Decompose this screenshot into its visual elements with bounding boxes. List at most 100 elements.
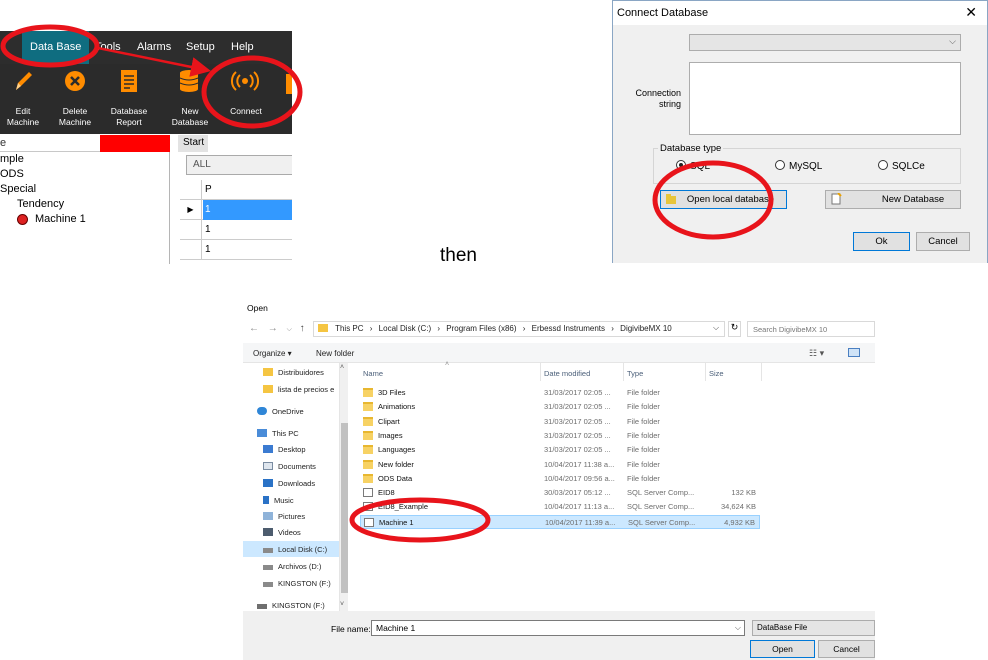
- connect-icon: [230, 71, 260, 91]
- refresh-icon[interactable]: ↻: [728, 321, 741, 337]
- file-name-field[interactable]: Machine 1 ⌵: [371, 620, 745, 636]
- cancel-button[interactable]: Cancel: [818, 640, 875, 658]
- table-row[interactable]: Clipart 31/03/2017 02:05 ... File folder: [360, 415, 760, 429]
- table-row[interactable]: EID8 30/03/2017 05:12 ... SQL Server Comp.…: [360, 486, 760, 500]
- open-local-database-button[interactable]: Open local database: [660, 190, 787, 209]
- menu-bar: Data Base Tools Alarms Setup Help: [0, 31, 292, 64]
- table-row[interactable]: Images 31/03/2017 02:05 ... File folder: [360, 429, 760, 443]
- organize-button[interactable]: Organize ▾: [253, 349, 292, 358]
- sidebar-item-pictures[interactable]: Pictures: [263, 512, 305, 521]
- breadcrumb-program-files[interactable]: Program Files (x86): [446, 324, 516, 333]
- column-divider[interactable]: [623, 363, 624, 381]
- table-row[interactable]: 1: [180, 220, 292, 240]
- file-date: 10/04/2017 09:56 a...: [544, 473, 615, 483]
- column-header-date[interactable]: Date modified: [544, 369, 590, 378]
- column-header-size[interactable]: Size: [709, 369, 724, 378]
- button-label: New Database: [881, 194, 945, 205]
- sidebar-item-desktop[interactable]: Desktop: [263, 445, 306, 454]
- sidebar-item-music[interactable]: Music: [263, 496, 294, 505]
- column-header-name[interactable]: Name: [363, 369, 383, 378]
- new-database-button[interactable]: New Database: [825, 190, 961, 209]
- menu-help[interactable]: Help: [231, 41, 254, 53]
- tab-start[interactable]: Start: [178, 135, 208, 152]
- cell-value: 1: [205, 204, 211, 215]
- table-row[interactable]: ▶ 1: [180, 200, 292, 220]
- pencil-icon: [16, 72, 32, 90]
- table-row[interactable]: ODS Data 10/04/2017 09:56 a... File folder: [360, 472, 760, 486]
- up-arrow-icon[interactable]: ↑: [300, 323, 305, 334]
- sidebar-item-kingston-usb[interactable]: KINGSTON (F:): [257, 601, 325, 610]
- menu-setup[interactable]: Setup: [186, 41, 215, 53]
- radio-sqlce[interactable]: SQLCe: [878, 160, 925, 172]
- menu-alarms[interactable]: Alarms: [137, 41, 171, 53]
- table-row[interactable]: Animations 31/03/2017 02:05 ... File folde…: [360, 400, 760, 414]
- open-button[interactable]: Open: [750, 640, 815, 658]
- view-options-icon[interactable]: ☷ ▾: [809, 348, 824, 359]
- forward-arrow-icon[interactable]: →: [268, 323, 278, 334]
- ok-button[interactable]: Ok: [853, 232, 910, 251]
- menu-database[interactable]: Data Base: [22, 31, 90, 64]
- tree-item[interactable]: mple: [0, 152, 169, 167]
- filter-field[interactable]: ALL: [186, 155, 292, 175]
- preview-pane-icon[interactable]: [848, 348, 860, 357]
- address-chevron-icon[interactable]: ⌵: [713, 323, 719, 333]
- database-file-icon: [364, 517, 374, 527]
- sidebar-scrollbar[interactable]: ˄ ˅: [339, 363, 348, 611]
- sidebar-item-this-pc[interactable]: This PC: [257, 429, 299, 438]
- sidebar-label: OneDrive: [272, 407, 304, 416]
- radio-sql[interactable]: SQL: [676, 160, 710, 172]
- chevron-down-icon[interactable]: ⌵: [735, 623, 741, 633]
- folder-icon: [363, 445, 373, 455]
- connect-database-dialog: Connect Database ✕ ⌵ Connection string D…: [612, 0, 988, 263]
- folder-icon: [263, 368, 273, 376]
- cancel-button[interactable]: Cancel: [916, 232, 970, 251]
- breadcrumb-this-pc[interactable]: This PC: [335, 324, 363, 333]
- sidebar-item-videos[interactable]: Videos: [263, 528, 301, 537]
- new-folder-button[interactable]: New folder: [316, 349, 354, 358]
- dialog-title: Open: [247, 303, 268, 313]
- sidebar-item-archivos[interactable]: Archivos (D:): [263, 562, 321, 571]
- column-divider[interactable]: [761, 363, 762, 381]
- sidebar-item-onedrive[interactable]: OneDrive: [257, 407, 304, 416]
- sidebar-item-documents[interactable]: Documents: [263, 462, 316, 471]
- breadcrumb-digivibe[interactable]: DigivibeMX 10: [620, 324, 672, 333]
- column-header-type[interactable]: Type: [627, 369, 643, 378]
- connection-string-field[interactable]: [689, 62, 961, 135]
- back-arrow-icon[interactable]: ←: [249, 323, 259, 334]
- tree-item[interactable]: Tendency: [0, 197, 169, 212]
- table-row[interactable]: EID8_Example 10/04/2017 11:13 a... SQL Ser…: [360, 500, 760, 514]
- sidebar-item-local-disk[interactable]: Local Disk (C:): [243, 541, 339, 557]
- radio-mysql[interactable]: MySQL: [775, 160, 822, 172]
- table-row[interactable]: Languages 31/03/2017 02:05 ... File folder: [360, 443, 760, 457]
- breadcrumb-erbessd[interactable]: Erbessd Instruments: [532, 324, 605, 333]
- tree-item[interactable]: ODS: [0, 167, 169, 182]
- tree-item[interactable]: Special: [0, 182, 169, 197]
- table-row[interactable]: 3D Files 31/03/2017 02:05 ... File folder: [360, 386, 760, 400]
- file-name: Animations: [378, 402, 416, 412]
- close-icon[interactable]: ✕: [965, 4, 977, 21]
- table-row[interactable]: 1: [180, 240, 292, 260]
- column-divider[interactable]: [540, 363, 541, 381]
- recent-chevron-icon[interactable]: ⌵: [287, 326, 292, 333]
- sidebar-item-kingston[interactable]: KINGSTON (F:): [263, 579, 331, 588]
- table-row[interactable]: Machine 1 10/04/2017 11:39 a... SQL Server…: [360, 514, 760, 529]
- sidebar-item-distribuidores[interactable]: Distribuidores: [263, 368, 324, 377]
- menu-tools[interactable]: Tools: [95, 41, 121, 53]
- sidebar-item-lista-de-precios[interactable]: lista de precios e: [263, 385, 339, 394]
- scroll-up-icon[interactable]: ˄: [340, 364, 344, 371]
- address-bar[interactable]: This PC › Local Disk (C:) › Program File…: [313, 321, 725, 337]
- scroll-down-icon[interactable]: ˅: [340, 601, 344, 608]
- sidebar-label: KINGSTON (F:): [278, 579, 331, 588]
- file-type-select[interactable]: DataBase File: [752, 620, 875, 636]
- sidebar-item-downloads[interactable]: Downloads: [263, 479, 315, 488]
- scrollbar-thumb[interactable]: [341, 423, 348, 593]
- tree-item-machine[interactable]: Machine 1: [0, 212, 169, 227]
- search-input[interactable]: Search DigivibeMX 10: [747, 321, 875, 337]
- data-grid: Start ALL P ▶ 1 1 1: [178, 135, 292, 264]
- tree-header: e: [0, 135, 170, 152]
- column-divider[interactable]: [705, 363, 706, 381]
- database-type-label: Database type: [658, 143, 724, 154]
- database-combo[interactable]: ⌵: [689, 34, 961, 51]
- breadcrumb-local-disk[interactable]: Local Disk (C:): [379, 324, 431, 333]
- table-row[interactable]: New folder 10/04/2017 11:38 a... File fold…: [360, 458, 760, 472]
